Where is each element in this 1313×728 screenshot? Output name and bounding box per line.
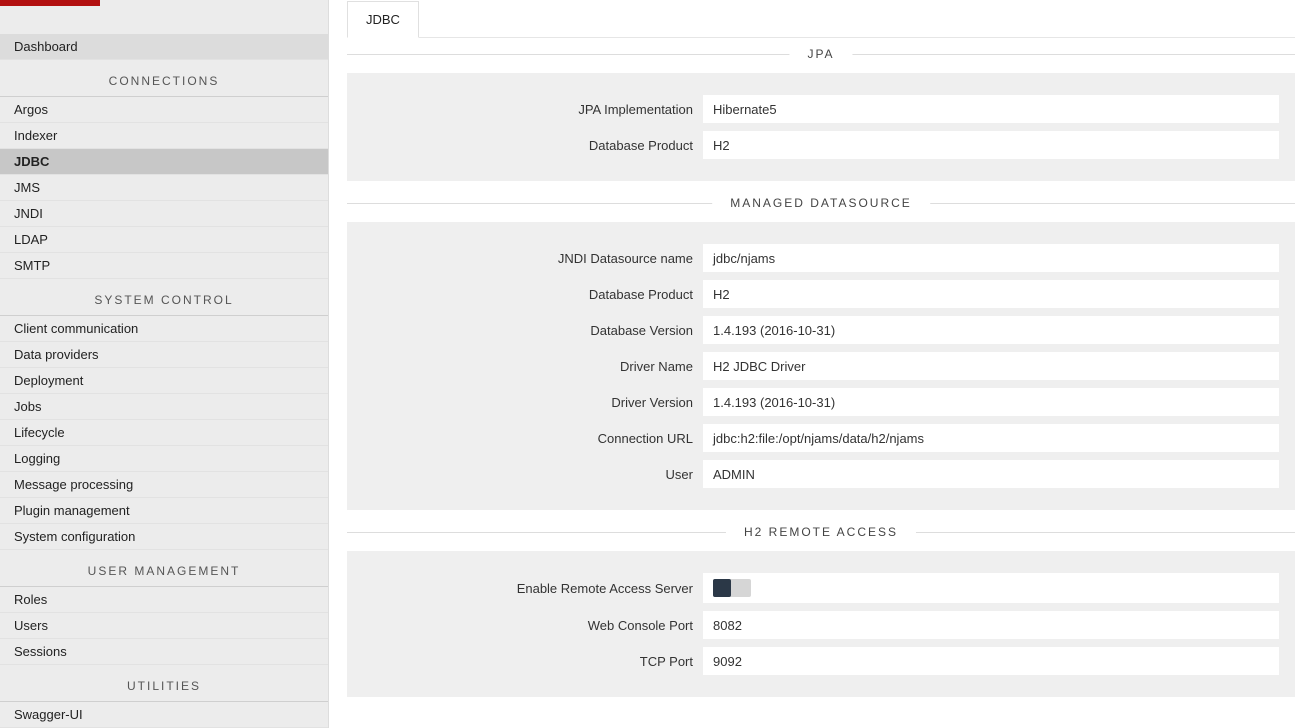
tab-jdbc[interactable]: JDBC [347, 1, 419, 38]
form-row: Driver Version1.4.193 (2016-10-31) [363, 388, 1279, 416]
form-label: TCP Port [363, 654, 703, 669]
form-value: jdbc/njams [703, 244, 1279, 272]
sidebar-item-lifecycle[interactable]: Lifecycle [0, 420, 328, 446]
sidebar-item-client-communication[interactable]: Client communication [0, 316, 328, 342]
form-row: TCP Port9092 [363, 647, 1279, 675]
sidebar-item-plugin-management[interactable]: Plugin management [0, 498, 328, 524]
form-row: JNDI Datasource namejdbc/njams [363, 244, 1279, 272]
sidebar-item-argos[interactable]: Argos [0, 97, 328, 123]
sidebar-section-header: CONNECTIONS [0, 60, 328, 97]
sidebar-item-roles[interactable]: Roles [0, 587, 328, 613]
form-value: Hibernate5 [703, 95, 1279, 123]
sidebar-section-header: SYSTEM CONTROL [0, 279, 328, 316]
tabs: JDBC [347, 0, 1295, 38]
sidebar-item-jdbc[interactable]: JDBC [0, 149, 328, 175]
sidebar-item-data-providers[interactable]: Data providers [0, 342, 328, 368]
app-root: Dashboard CONNECTIONSArgosIndexerJDBCJMS… [0, 0, 1313, 728]
sidebar-item-jobs[interactable]: Jobs [0, 394, 328, 420]
content: JDBC JPAJPA ImplementationHibernate5Data… [329, 0, 1313, 728]
form-value: 1.4.193 (2016-10-31) [703, 388, 1279, 416]
sidebar-item-ldap[interactable]: LDAP [0, 227, 328, 253]
form-row: Connection URLjdbc:h2:file:/opt/njams/da… [363, 424, 1279, 452]
form-label: Connection URL [363, 431, 703, 446]
sidebar-item-indexer[interactable]: Indexer [0, 123, 328, 149]
panel: Enable Remote Access Server Web Console P… [347, 551, 1295, 697]
form-row: Database ProductH2 [363, 131, 1279, 159]
section-legend: H2 REMOTE ACCESS [726, 525, 916, 539]
sidebar-sections: CONNECTIONSArgosIndexerJDBCJMSJNDILDAPSM… [0, 60, 328, 728]
panel: JNDI Datasource namejdbc/njamsDatabase P… [347, 222, 1295, 510]
form-label: Enable Remote Access Server [363, 581, 703, 596]
form-value [703, 573, 1279, 603]
form-value: ADMIN [703, 460, 1279, 488]
form-label: Database Product [363, 138, 703, 153]
form-row: Enable Remote Access Server [363, 573, 1279, 603]
form-label: JNDI Datasource name [363, 251, 703, 266]
sidebar-item-dashboard[interactable]: Dashboard [0, 34, 328, 60]
form-value: H2 [703, 131, 1279, 159]
form-row: Database Version1.4.193 (2016-10-31) [363, 316, 1279, 344]
form-label: User [363, 467, 703, 482]
sidebar-item-users[interactable]: Users [0, 613, 328, 639]
form-value: H2 [703, 280, 1279, 308]
sidebar-section-header: UTILITIES [0, 665, 328, 702]
form-value: H2 JDBC Driver [703, 352, 1279, 380]
toggle-knob [713, 579, 731, 597]
sidebar-item-jndi[interactable]: JNDI [0, 201, 328, 227]
form-label: Database Version [363, 323, 703, 338]
brand-accent-bar [0, 0, 100, 6]
toggle-switch[interactable] [713, 579, 751, 597]
form-row: Database ProductH2 [363, 280, 1279, 308]
form-value: jdbc:h2:file:/opt/njams/data/h2/njams [703, 424, 1279, 452]
sidebar-item-swagger-ui[interactable]: Swagger-UI [0, 702, 328, 728]
section-legend: JPA [789, 47, 852, 61]
sidebar-item-logging[interactable]: Logging [0, 446, 328, 472]
sidebar-item-jms[interactable]: JMS [0, 175, 328, 201]
sidebar-item-sessions[interactable]: Sessions [0, 639, 328, 665]
content-groups: JPAJPA ImplementationHibernate5Database … [347, 54, 1295, 697]
form-value: 9092 [703, 647, 1279, 675]
form-label: Driver Name [363, 359, 703, 374]
form-value: 1.4.193 (2016-10-31) [703, 316, 1279, 344]
sidebar: Dashboard CONNECTIONSArgosIndexerJDBCJMS… [0, 0, 329, 728]
form-row: JPA ImplementationHibernate5 [363, 95, 1279, 123]
form-label: Database Product [363, 287, 703, 302]
form-label: Driver Version [363, 395, 703, 410]
section-divider: MANAGED DATASOURCE [347, 203, 1295, 204]
section-divider: H2 REMOTE ACCESS [347, 532, 1295, 533]
form-row: UserADMIN [363, 460, 1279, 488]
section-legend: MANAGED DATASOURCE [712, 196, 930, 210]
form-label: Web Console Port [363, 618, 703, 633]
sidebar-item-system-configuration[interactable]: System configuration [0, 524, 328, 550]
sidebar-item-deployment[interactable]: Deployment [0, 368, 328, 394]
sidebar-item-message-processing[interactable]: Message processing [0, 472, 328, 498]
form-row: Web Console Port8082 [363, 611, 1279, 639]
form-row: Driver NameH2 JDBC Driver [363, 352, 1279, 380]
section-divider: JPA [347, 54, 1295, 55]
sidebar-section-header: USER MANAGEMENT [0, 550, 328, 587]
sidebar-item-smtp[interactable]: SMTP [0, 253, 328, 279]
panel: JPA ImplementationHibernate5Database Pro… [347, 73, 1295, 181]
form-value: 8082 [703, 611, 1279, 639]
form-label: JPA Implementation [363, 102, 703, 117]
